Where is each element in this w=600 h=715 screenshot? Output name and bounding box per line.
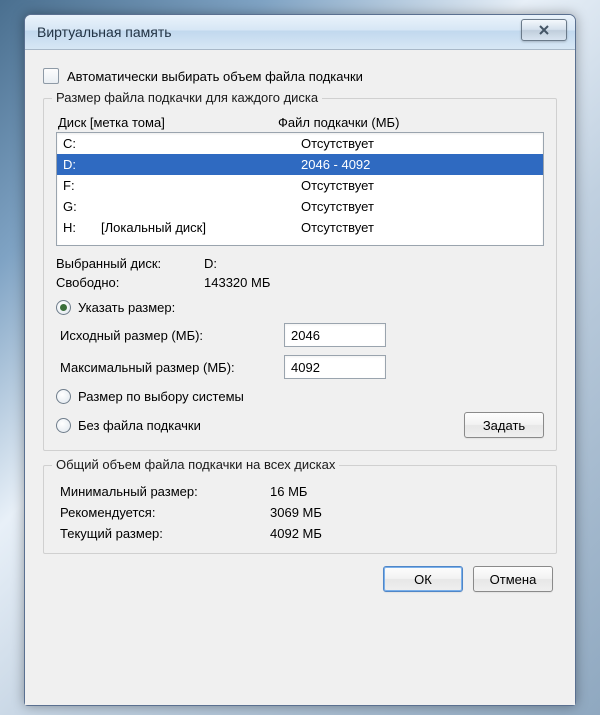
auto-manage-label: Автоматически выбирать объем файла подка… [67, 69, 363, 84]
max-size-row: Максимальный размер (МБ): [60, 355, 544, 379]
drive-status: Отсутствует [301, 218, 537, 237]
max-size-label: Максимальный размер (МБ): [60, 360, 284, 375]
close-button[interactable] [521, 19, 567, 41]
min-size-value: 16 МБ [270, 484, 307, 499]
close-icon [539, 25, 549, 35]
drive-letter: D: [63, 155, 101, 174]
col-drive-header: Диск [метка тома] [58, 115, 278, 130]
drive-letter: C: [63, 134, 101, 153]
no-pagefile-option[interactable]: Без файла подкачки [56, 418, 201, 433]
drive-label [101, 134, 301, 153]
drive-row[interactable]: H: [Локальный диск] Отсутствует [57, 217, 543, 238]
drives-header: Диск [метка тома] Файл подкачки (МБ) [58, 115, 542, 130]
cur-size-label: Текущий размер: [60, 526, 270, 541]
drive-label [101, 197, 301, 216]
selected-drive-label: Выбранный диск: [56, 256, 204, 271]
client-area: Автоматически выбирать объем файла подка… [25, 50, 575, 705]
drive-status: Отсутствует [301, 197, 537, 216]
drive-row[interactable]: F: Отсутствует [57, 175, 543, 196]
free-space-line: Свободно: 143320 МБ [56, 275, 544, 290]
cur-size-value: 4092 МБ [270, 526, 322, 541]
auto-manage-row[interactable]: Автоматически выбирать объем файла подка… [43, 68, 557, 84]
free-space-label: Свободно: [56, 275, 204, 290]
auto-manage-checkbox[interactable] [43, 68, 59, 84]
drive-row[interactable]: D: 2046 - 4092 [57, 154, 543, 175]
system-managed-label: Размер по выбору системы [78, 389, 244, 404]
initial-size-input[interactable] [284, 323, 386, 347]
titlebar[interactable]: Виртуальная память [25, 15, 575, 50]
custom-size-radio[interactable] [56, 300, 71, 315]
virtual-memory-dialog: Виртуальная память Автоматически выбират… [24, 14, 576, 706]
cur-size-line: Текущий размер: 4092 МБ [60, 526, 544, 541]
rec-size-line: Рекомендуется: 3069 МБ [60, 505, 544, 520]
ok-button[interactable]: ОК [383, 566, 463, 592]
cancel-button[interactable]: Отмена [473, 566, 553, 592]
no-pagefile-label: Без файла подкачки [78, 418, 201, 433]
drive-letter: G: [63, 197, 101, 216]
drive-label [101, 176, 301, 195]
min-size-line: Минимальный размер: 16 МБ [60, 484, 544, 499]
per-drive-legend: Размер файла подкачки для каждого диска [52, 90, 322, 105]
drive-row[interactable]: C: Отсутствует [57, 133, 543, 154]
system-managed-radio[interactable] [56, 389, 71, 404]
initial-size-row: Исходный размер (МБ): [60, 323, 544, 347]
selected-drive-line: Выбранный диск: D: [56, 256, 544, 271]
drive-letter: F: [63, 176, 101, 195]
per-drive-group: Размер файла подкачки для каждого диска … [43, 98, 557, 451]
drives-list[interactable]: C: Отсутствует D: 2046 - 4092 F: Отсутст… [56, 132, 544, 246]
free-space-value: 143320 МБ [204, 275, 270, 290]
system-managed-option[interactable]: Размер по выбору системы [56, 389, 544, 404]
max-size-input[interactable] [284, 355, 386, 379]
window-title: Виртуальная память [37, 24, 172, 40]
drive-status: Отсутствует [301, 176, 537, 195]
drive-status: 2046 - 4092 [301, 155, 537, 174]
drive-status: Отсутствует [301, 134, 537, 153]
custom-size-option[interactable]: Указать размер: [56, 300, 544, 315]
rec-size-label: Рекомендуется: [60, 505, 270, 520]
min-size-label: Минимальный размер: [60, 484, 270, 499]
drive-letter: H: [63, 218, 101, 237]
drive-label [101, 155, 301, 174]
dialog-footer: ОК Отмена [43, 554, 557, 594]
rec-size-value: 3069 МБ [270, 505, 322, 520]
drive-label: [Локальный диск] [101, 218, 301, 237]
set-button[interactable]: Задать [464, 412, 544, 438]
totals-legend: Общий объем файла подкачки на всех диска… [52, 457, 339, 472]
custom-size-label: Указать размер: [78, 300, 175, 315]
initial-size-label: Исходный размер (МБ): [60, 328, 284, 343]
col-file-header: Файл подкачки (МБ) [278, 115, 542, 130]
totals-group: Общий объем файла подкачки на всех диска… [43, 465, 557, 554]
selected-drive-value: D: [204, 256, 217, 271]
drive-row[interactable]: G: Отсутствует [57, 196, 543, 217]
no-pagefile-radio[interactable] [56, 418, 71, 433]
